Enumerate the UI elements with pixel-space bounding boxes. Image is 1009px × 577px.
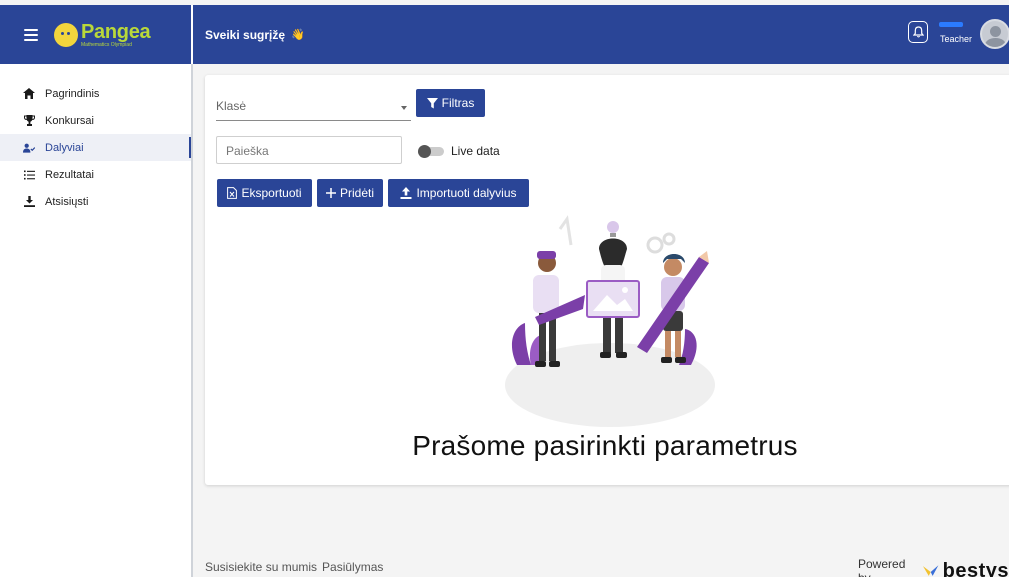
filter-button-label: Filtras [441, 96, 475, 110]
class-select[interactable]: Klasė [216, 99, 411, 121]
export-button-label: Eksportuoti [241, 186, 302, 200]
menu-icon[interactable] [24, 28, 38, 41]
export-button[interactable]: Eksportuoti [217, 179, 312, 207]
header: Sveiki sugrįžę 👋 Teacher [193, 5, 1009, 64]
logo-face-icon [54, 22, 78, 47]
upload-icon [400, 187, 412, 199]
suggestions-link[interactable]: Pasiūlymas [322, 560, 383, 574]
plus-icon [325, 188, 336, 198]
contact-link[interactable]: Susisiekite su mumis [205, 560, 317, 574]
live-data-toggle[interactable] [418, 145, 446, 158]
bestys-brand: bestys [942, 559, 1009, 577]
wave-icon: 👋 [291, 29, 305, 41]
user-name [939, 22, 963, 27]
filter-icon [426, 97, 438, 108]
class-select-placeholder: Klasė [216, 99, 247, 113]
sidebar-nav: Pagrindinis Konkursai Dalyviai Rezultata… [0, 80, 191, 215]
participants-card: Klasė Filtras Paieška Live data Eksportu… [205, 75, 1009, 485]
user-info[interactable]: Teacher [939, 19, 975, 47]
live-data-label: Live data [451, 144, 500, 158]
greeting: Sveiki sugrįžę 👋 [205, 28, 305, 42]
sidebar-item-rezultatai[interactable]: Rezultatai [0, 161, 191, 188]
sidebar: Pagrindinis Konkursai Dalyviai Rezultata… [0, 64, 193, 577]
add-button-label: Pridėti [339, 186, 374, 200]
brand-area: Pangea Mathematics Olympiad [0, 5, 193, 64]
footer-links: Susisiekite su mumis Pasiūlymas [205, 560, 383, 574]
logo-subtitle: Mathematics Olympiad [81, 41, 132, 48]
powered-by-label: Powered by [858, 557, 906, 577]
list-ordered-icon [23, 169, 35, 181]
sidebar-item-label: Pagrindinis [45, 87, 100, 100]
empty-state-message: Prašome pasirinkti parametrus [412, 430, 798, 461]
top-bar: Pangea Mathematics Olympiad Sveiki sugrį… [0, 5, 1009, 64]
add-button[interactable]: Pridėti [317, 179, 383, 207]
bell-icon[interactable] [908, 21, 928, 43]
chevron-down-icon [401, 106, 407, 110]
download-icon [23, 196, 35, 208]
sidebar-item-label: Rezultatai [45, 168, 94, 181]
logo-name: Pangea [81, 20, 151, 43]
sidebar-item-konkursai[interactable]: Konkursai [0, 107, 191, 134]
team-illustration [505, 215, 715, 427]
sidebar-item-pagrindinis[interactable]: Pagrindinis [0, 80, 191, 107]
sidebar-item-label: Dalyviai [45, 141, 84, 154]
filter-button[interactable]: Filtras [416, 89, 485, 117]
sidebar-item-dalyviai[interactable]: Dalyviai [0, 134, 191, 161]
sidebar-item-label: Atsisiųsti [45, 195, 89, 208]
search-input[interactable]: Paieška [216, 136, 402, 164]
pangea-logo[interactable]: Pangea Mathematics Olympiad [54, 20, 151, 48]
avatar[interactable] [980, 19, 1009, 49]
powered-by[interactable]: Powered by bestys [858, 557, 1009, 577]
search-placeholder: Paieška [226, 144, 269, 158]
sidebar-item-atsisiusti[interactable]: Atsisiųsti [0, 188, 191, 215]
greeting-text: Sveiki sugrįžę [205, 27, 286, 42]
import-button-label: Importuoti dalyvius [416, 186, 517, 200]
user-role: Teacher [940, 34, 973, 44]
bestys-logo-icon [923, 565, 939, 576]
excel-file-icon [227, 187, 238, 199]
trophy-icon [23, 115, 35, 127]
import-participants-button[interactable]: Importuoti dalyvius [388, 179, 529, 207]
home-icon [23, 88, 35, 100]
people-icon [23, 142, 35, 154]
sidebar-item-label: Konkursai [45, 114, 94, 127]
